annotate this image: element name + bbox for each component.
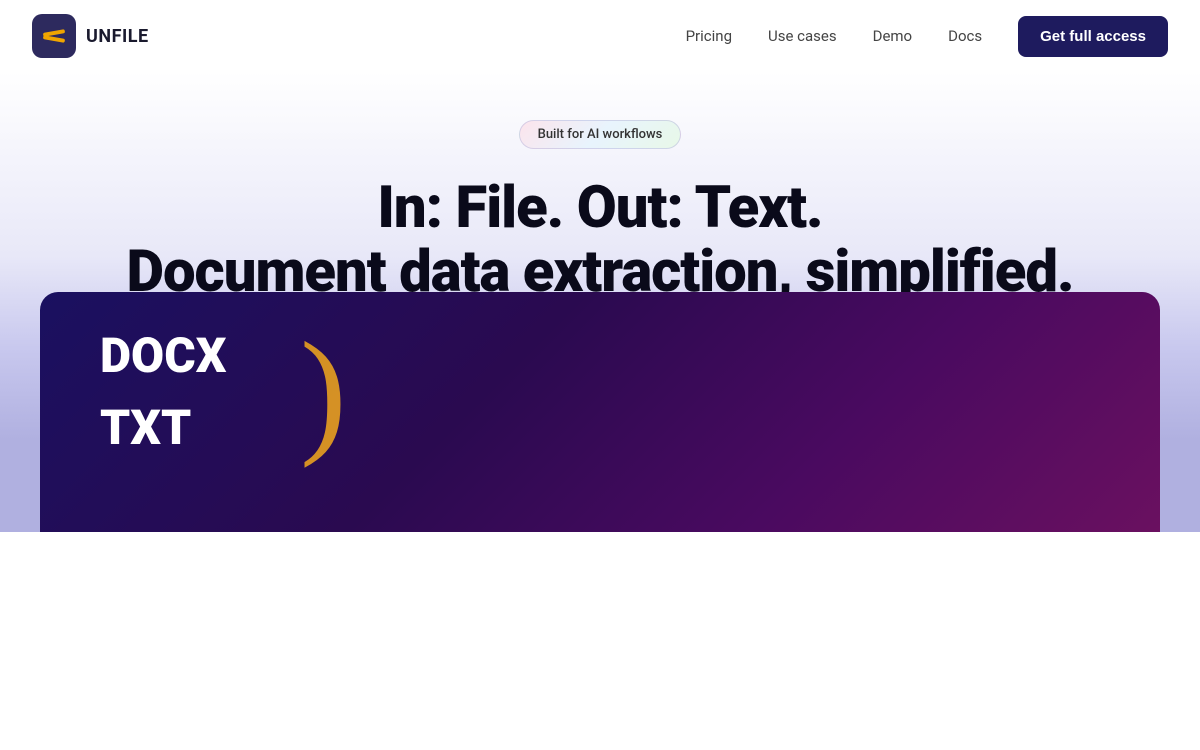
file-type-docx: DOCX	[100, 332, 226, 380]
logo-text: UNFILE	[86, 26, 149, 47]
hero-heading-line1: In: File. Out: Text.	[377, 174, 822, 242]
hero-heading: In: File. Out: Text. Document data extra…	[126, 177, 1073, 305]
bracket-graphic: )	[300, 322, 347, 462]
demo-card-content: DOCX TXT	[100, 332, 226, 452]
nav-link-docs[interactable]: Docs	[948, 27, 982, 45]
demo-card: DOCX TXT )	[40, 292, 1160, 532]
logo-icon	[32, 14, 76, 58]
nav-link-use-cases[interactable]: Use cases	[768, 27, 837, 45]
nav-link-demo[interactable]: Demo	[873, 27, 913, 45]
logo-group: UNFILE	[32, 14, 149, 58]
file-type-txt: TXT	[100, 404, 226, 452]
navbar: UNFILE Pricing Use cases Demo Docs Get f…	[0, 0, 1200, 72]
hero-badge: Built for AI workflows	[519, 120, 682, 149]
nav-links: Pricing Use cases Demo Docs Get full acc…	[686, 16, 1168, 57]
nav-cta-button[interactable]: Get full access	[1018, 16, 1168, 57]
hero-section: Built for AI workflows In: File. Out: Te…	[0, 72, 1200, 532]
nav-link-pricing[interactable]: Pricing	[686, 27, 732, 45]
